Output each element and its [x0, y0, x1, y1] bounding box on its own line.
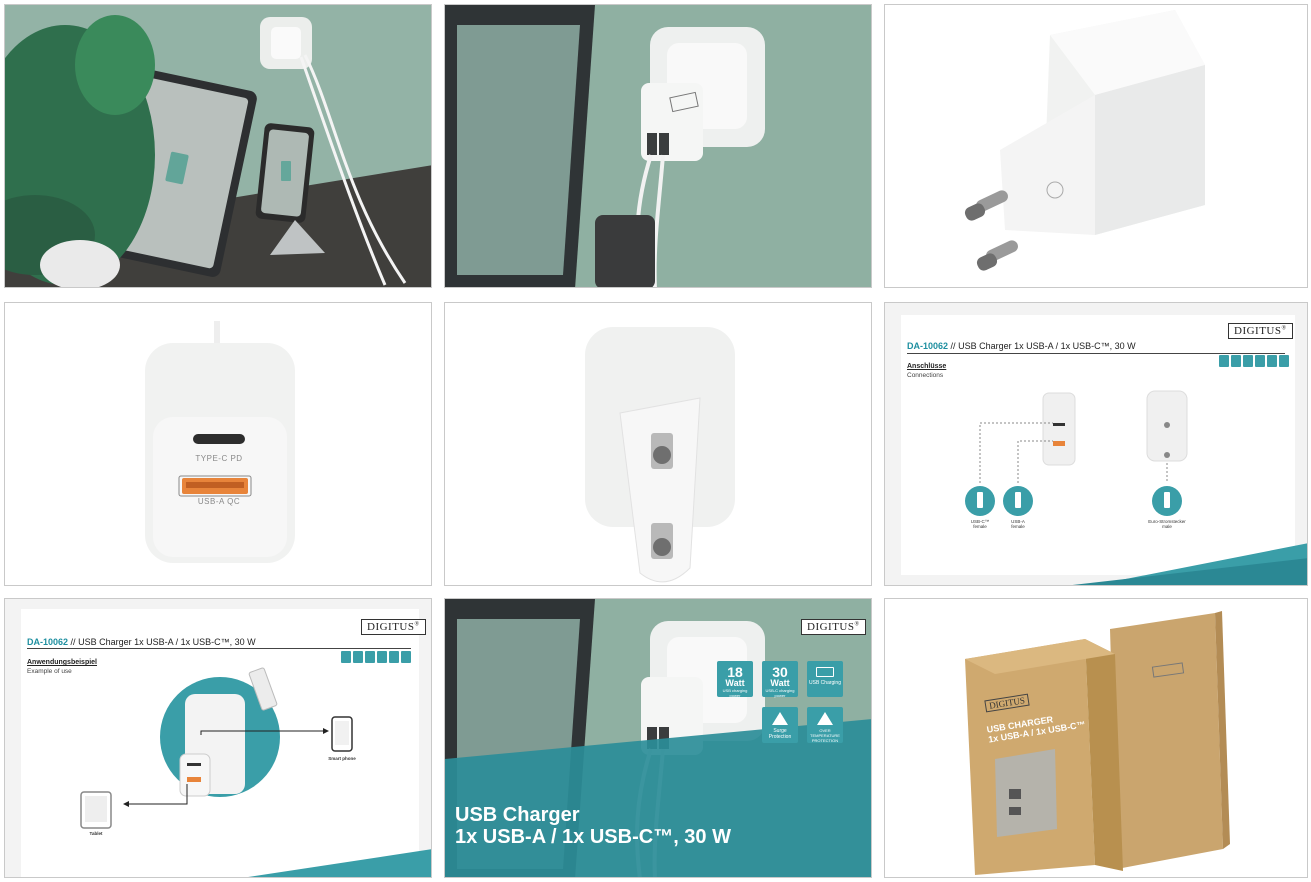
slide-title: DA-10062 // USB Charger 1x USB-A / 1x US… — [907, 341, 1136, 351]
badge-icon — [1243, 355, 1253, 367]
feature-30watt: 30 Watt USB-C charging power — [762, 661, 798, 698]
battery-icon — [816, 667, 834, 677]
title-rule — [907, 353, 1285, 354]
warning-icon — [772, 712, 788, 725]
photo-wall-socket-closeup[interactable] — [444, 4, 872, 288]
badge-icon — [1219, 355, 1229, 367]
badge-icon — [365, 651, 375, 663]
photo-packaging[interactable]: DIGITUS USB CHARGER 1x USB-A / 1x USB-C™ — [884, 598, 1308, 878]
badge-icon — [1267, 355, 1277, 367]
badge-icon — [1231, 355, 1241, 367]
photo-desk-scene[interactable] — [4, 4, 432, 288]
section-subheading: Connections — [907, 372, 944, 379]
usba-port-label: USB-A QC — [197, 497, 241, 506]
warning-icon — [817, 712, 833, 725]
feature-badges — [1219, 355, 1289, 367]
feature-overtemp-protection: OVER TEMPERATURE PROTECTION — [807, 707, 843, 743]
badge-icon — [1255, 355, 1265, 367]
feature-18watt: 18 Watt USB charging power — [717, 661, 753, 698]
badge-icon — [341, 651, 351, 663]
slide-connections[interactable]: DIGITUS® DA-10062 // USB Charger 1x USB-… — [884, 302, 1308, 586]
badge-icon — [401, 651, 411, 663]
usba-caption: USB-A female — [1011, 519, 1025, 530]
feature-badges — [341, 651, 411, 663]
photo-charger-back-plug[interactable] — [444, 302, 872, 586]
section-heading: Anwendungsbeispiel — [27, 659, 98, 666]
slide-example-of-use[interactable]: DIGITUS® DA-10062 // USB Charger 1x USB-… — [4, 598, 432, 878]
digitus-logo: DIGITUS® — [1228, 323, 1293, 339]
badge-icon — [1279, 355, 1289, 367]
slide-title: DA-10062 // USB Charger 1x USB-A / 1x US… — [27, 637, 256, 647]
feature-usb-charging: USB Charging — [807, 661, 843, 697]
badge-icon — [377, 651, 387, 663]
photo-charger-front-ports[interactable]: TYPE-C PD USB-A QC — [4, 302, 432, 586]
section-subheading: Example of use — [27, 668, 72, 675]
digitus-logo: DIGITUS® — [801, 619, 866, 635]
badge-icon — [353, 651, 363, 663]
title-rule — [27, 648, 411, 649]
section-heading: Anschlüsse — [907, 363, 947, 370]
photo-charger-side[interactable] — [884, 4, 1308, 288]
plug-caption: Euro-Stromstecker male — [1148, 519, 1186, 530]
badge-icon — [389, 651, 399, 663]
banner-headline: USB Charger 1x USB-A / 1x USB-C™, 30 W — [455, 804, 731, 848]
digitus-logo: DIGITUS® — [361, 619, 426, 635]
typec-port-label: TYPE-C PD — [195, 454, 243, 463]
tablet-caption: Tablet — [89, 831, 103, 836]
smartphone-caption: Smart phone — [328, 756, 356, 761]
feature-surge-protection: Surge Protection — [762, 707, 798, 743]
banner-features[interactable]: DIGITUS® 18 Watt USB charging power 30 W… — [444, 598, 872, 878]
